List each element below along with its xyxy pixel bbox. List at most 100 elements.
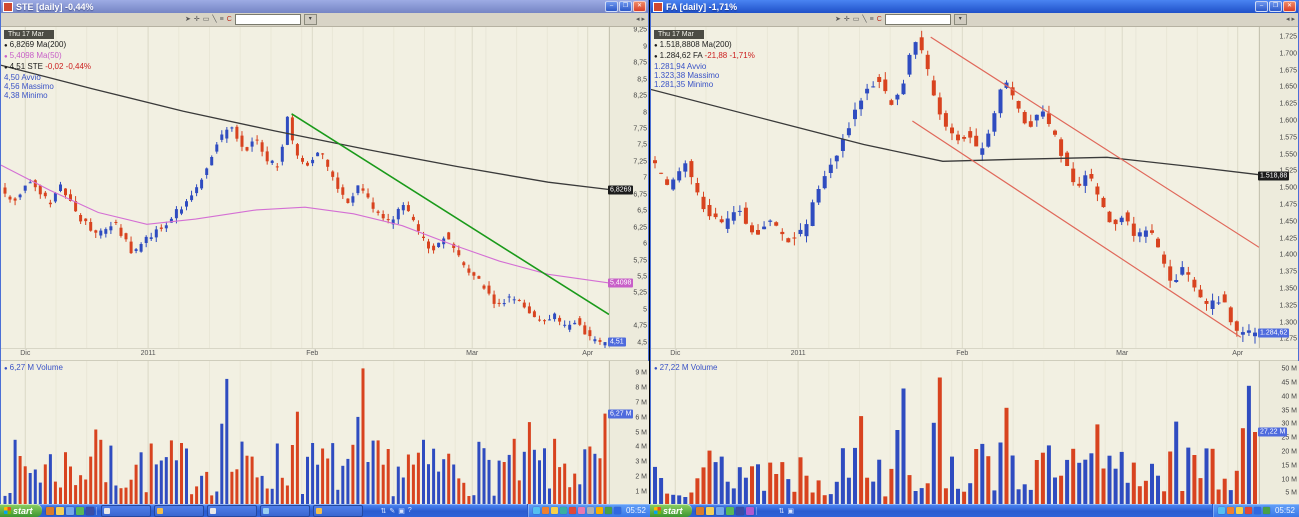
maximize-button[interactable]: ❐	[1269, 1, 1282, 12]
quick-launch-media[interactable]	[746, 507, 754, 515]
quick-launch-app[interactable]	[736, 507, 744, 515]
task-button-5[interactable]	[313, 505, 363, 517]
minimize-button[interactable]: –	[605, 1, 618, 12]
quick-launch-desktop[interactable]	[76, 507, 84, 515]
price-chart[interactable]: Thu 17 Mar ●6,8269 Ma(200)●5,4098 Ma(50)…	[1, 27, 648, 348]
system-tray: 05:52	[1212, 504, 1299, 517]
titlebar[interactable]: FA [daily] -1,71% –❐✕	[651, 0, 1298, 13]
time-axis: Dic2011FebMarApr	[651, 348, 1298, 360]
start-button[interactable]: start	[0, 504, 42, 517]
toolbar-dropdown[interactable]: ▾	[954, 14, 967, 25]
maximize-button[interactable]: ❐	[619, 1, 632, 12]
volume-plot[interactable]	[1, 361, 609, 507]
rectangle-icon[interactable]: ▭	[853, 14, 860, 25]
price-chart[interactable]: Thu 17 Mar ●1.518,8808 Ma(200)●1.284,62 …	[651, 27, 1298, 348]
pointer-icon[interactable]: ➤	[185, 14, 191, 25]
help-icon[interactable]: ?	[408, 507, 412, 515]
tray-connection-icon[interactable]	[614, 507, 621, 514]
quick-launch	[44, 507, 97, 515]
tray-connection-icon[interactable]	[1254, 507, 1261, 514]
pointer-icon[interactable]: ➤	[835, 14, 841, 25]
scroll-left-icon[interactable]: ◂	[1286, 14, 1290, 25]
legend-text: 1.281,35 Minimo	[654, 80, 713, 89]
volume-chart[interactable]: ●27,22 M Volume 50 M45 M40 M35 M30 M25 M…	[651, 360, 1298, 507]
scroll-right-icon[interactable]: ▸	[1291, 14, 1295, 25]
trendline-icon[interactable]: ╲	[862, 14, 866, 25]
volume-badge: 27,22 M	[1258, 428, 1287, 437]
quick-launch-mail[interactable]	[66, 507, 74, 515]
crosshair-icon[interactable]: ✛	[194, 14, 200, 25]
tray-volume-icon[interactable]	[587, 507, 594, 514]
task-button-1[interactable]	[101, 505, 151, 517]
price-tick-label: 1.375	[1279, 269, 1297, 276]
volume-tick-label: 50 M	[1281, 366, 1297, 373]
price-tick-label: 5	[643, 306, 647, 313]
price-tick-label: 7	[643, 175, 647, 182]
trendline-icon[interactable]: ╲	[212, 14, 216, 25]
tray-messenger-icon[interactable]	[533, 507, 540, 514]
volume-tick-label: 1 M	[635, 489, 647, 496]
scroll-left-icon[interactable]: ◂	[636, 14, 640, 25]
quick-launch-mail[interactable]	[716, 507, 724, 515]
symbol-input[interactable]	[235, 14, 301, 25]
quick-launch-browser[interactable]	[696, 507, 704, 515]
levels-icon[interactable]: ≡	[220, 14, 224, 25]
quick-launch-folder[interactable]	[706, 507, 714, 515]
legend-text: 1.323,38 Massimo	[654, 71, 719, 80]
display-icon[interactable]: ▣	[787, 507, 794, 515]
indicator-icon[interactable]: C	[227, 14, 232, 25]
quick-launch-desktop[interactable]	[726, 507, 734, 515]
volume-tick-label: 15 M	[1281, 462, 1297, 469]
price-badge: 6,8269	[608, 185, 633, 194]
display-icon[interactable]: ▣	[398, 507, 405, 515]
month-label: Mar	[466, 350, 478, 357]
updown-arrows-icon[interactable]: ⇅	[779, 507, 785, 515]
toolbar-dropdown[interactable]: ▾	[304, 14, 317, 25]
volume-plot[interactable]	[651, 361, 1259, 507]
titlebar[interactable]: STE [daily] -0,44% –❐✕	[1, 0, 648, 13]
updown-arrows-icon[interactable]: ⇅	[381, 507, 387, 515]
legend-line: 4,38 Minimo	[4, 91, 91, 100]
task-button-3[interactable]	[207, 505, 257, 517]
legend-line: 4,56 Massimo	[4, 82, 91, 91]
price-tick-label: 7,5	[637, 142, 647, 149]
tray-update-icon[interactable]	[542, 507, 549, 514]
indicator-icon[interactable]: C	[877, 14, 882, 25]
legend-text: 6,8269 Ma(200)	[10, 40, 66, 49]
tray-network-icon[interactable]	[1263, 507, 1270, 514]
chart-toolbar: ➤✛▭╲ ≡C ▾ ◂▸	[651, 13, 1298, 27]
tray-antivirus-icon[interactable]	[569, 507, 576, 514]
tray-update-icon[interactable]	[1227, 507, 1234, 514]
tray-messenger-icon[interactable]	[1218, 507, 1225, 514]
tray-alert-icon[interactable]	[551, 507, 558, 514]
tray-power-icon[interactable]	[596, 507, 603, 514]
task-button-2[interactable]	[154, 505, 204, 517]
levels-icon[interactable]: ≡	[870, 14, 874, 25]
candlestick-plot[interactable]	[1, 27, 609, 348]
volume-legend-label: 6,27 M Volume	[10, 363, 63, 372]
quick-launch-browser[interactable]	[46, 507, 54, 515]
close-button[interactable]: ✕	[633, 1, 646, 12]
task-button-4[interactable]	[260, 505, 310, 517]
minimize-button[interactable]: –	[1255, 1, 1268, 12]
quick-launch-app[interactable]	[86, 507, 94, 515]
trendline	[292, 114, 609, 315]
time-axis: Dic2011FebMarApr	[1, 348, 648, 360]
rectangle-icon[interactable]: ▭	[203, 14, 210, 25]
tray-media-icon[interactable]	[578, 507, 585, 514]
tray-network-icon[interactable]	[605, 507, 612, 514]
volume-tick-label: 2 M	[635, 474, 647, 481]
tray-sync-icon[interactable]	[560, 507, 567, 514]
crosshair-icon[interactable]: ✛	[844, 14, 850, 25]
quick-launch-folder[interactable]	[56, 507, 64, 515]
symbol-input[interactable]	[885, 14, 951, 25]
start-button[interactable]: start	[650, 504, 692, 517]
close-button[interactable]: ✕	[1283, 1, 1296, 12]
scroll-right-icon[interactable]: ▸	[641, 14, 645, 25]
tray-alert-icon[interactable]	[1236, 507, 1243, 514]
tray-antivirus-icon[interactable]	[1245, 507, 1252, 514]
month-label: Dic	[20, 350, 30, 357]
month-label: Dic	[670, 350, 680, 357]
volume-chart[interactable]: ●6,27 M Volume 9 M8 M7 M6 M5 M4 M3 M2 M1…	[1, 360, 648, 507]
pen-icon[interactable]: ✎	[389, 507, 395, 515]
